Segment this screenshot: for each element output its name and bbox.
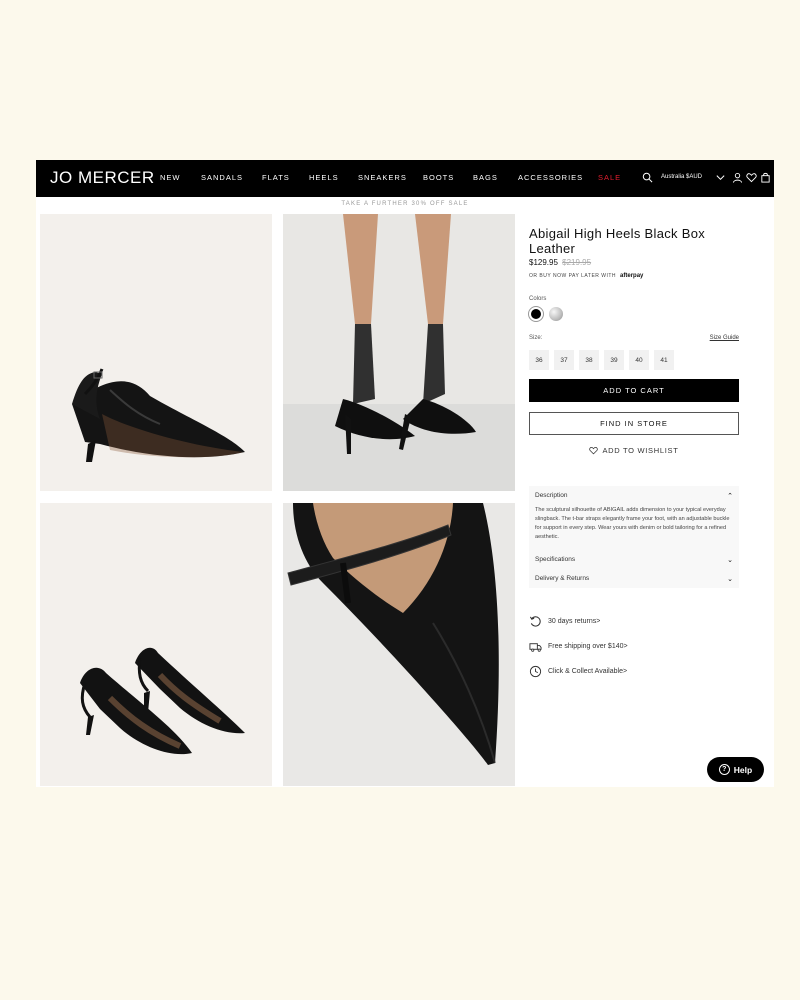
shipping-text: Free shipping over $140>: [548, 643, 628, 650]
afterpay-logo[interactable]: afterpay: [620, 273, 643, 279]
question-icon: ?: [718, 764, 730, 775]
price-row: $129.95 $219.95: [529, 258, 739, 267]
nav-sale[interactable]: SALE: [598, 173, 621, 182]
wishlist-icon[interactable]: [745, 171, 757, 183]
size-guide-link[interactable]: Size Guide: [710, 335, 739, 341]
nav-heels[interactable]: HEELS: [309, 173, 339, 182]
search-icon[interactable]: [641, 171, 653, 183]
size-label: Size:: [529, 335, 543, 341]
nav-sneakers[interactable]: SNEAKERS: [358, 173, 407, 182]
clock-icon: [529, 665, 542, 678]
brand-logo[interactable]: JO MERCER: [50, 168, 155, 188]
product-title: Abigail High Heels Black Box Leather: [529, 226, 706, 256]
swatch-black[interactable]: [528, 306, 544, 322]
size-options: 36 37 38 39 40 41: [529, 350, 739, 370]
heart-icon: [589, 446, 599, 455]
bnpl-text: OR BUY NOW PAY LATER WITH: [529, 273, 617, 279]
returns-link[interactable]: 30 days returns>: [529, 615, 739, 628]
size-header: Size: Size Guide: [529, 335, 739, 341]
promo-banner[interactable]: TAKE A FURTHER 30% OFF SALE: [36, 201, 774, 207]
shipping-link[interactable]: Free shipping over $140>: [529, 640, 739, 653]
nav-boots[interactable]: BOOTS: [423, 173, 454, 182]
help-button[interactable]: ? Help: [707, 757, 764, 782]
service-perks: 30 days returns> Free shipping over $140…: [529, 615, 739, 690]
product-image-pair[interactable]: [40, 503, 272, 786]
click-collect-link[interactable]: Click & Collect Available>: [529, 665, 739, 678]
bnpl-info: OR BUY NOW PAY LATER WITH afterpay: [529, 273, 739, 279]
nav-flats[interactable]: FLATS: [262, 173, 290, 182]
wishlist-label: ADD TO WISHLIST: [602, 446, 679, 455]
chevron-down-icon: ⌄: [727, 575, 733, 583]
description-text: The sculptural silhouette of ABIGAIL add…: [535, 507, 730, 540]
swatch-silver[interactable]: [549, 307, 563, 321]
click-collect-text: Click & Collect Available>: [548, 668, 628, 675]
account-icon[interactable]: [731, 171, 743, 183]
nav-accessories[interactable]: ACCESSORIES: [518, 173, 583, 182]
size-36[interactable]: 36: [529, 350, 549, 370]
color-swatches: [528, 306, 739, 322]
add-to-wishlist-button[interactable]: ADD TO WISHLIST: [529, 446, 739, 455]
add-to-cart-button[interactable]: ADD TO CART: [529, 379, 739, 402]
specifications-title: Specifications: [535, 556, 576, 563]
region-selector[interactable]: Australia $AUD: [661, 174, 702, 180]
product-image-side[interactable]: [40, 214, 272, 491]
size-38[interactable]: 38: [579, 350, 599, 370]
product-image-model[interactable]: [283, 214, 515, 491]
size-41[interactable]: 41: [654, 350, 674, 370]
returns-text: 30 days returns>: [548, 618, 601, 625]
sale-price: $129.95: [529, 258, 558, 267]
product-info: Abigail High Heels Black Box Leather $12…: [528, 226, 739, 455]
original-price: $219.95: [562, 258, 592, 267]
product-page: JO MERCER NEW SANDALS FLATS HEELS SNEAKE…: [36, 160, 774, 787]
find-in-store-button[interactable]: FIND IN STORE: [529, 412, 739, 435]
product-image-closeup[interactable]: [283, 503, 515, 786]
description-toggle[interactable]: Description ⌃: [529, 486, 739, 505]
top-nav: JO MERCER NEW SANDALS FLATS HEELS SNEAKE…: [36, 160, 774, 197]
help-label: Help: [733, 764, 753, 775]
size-37[interactable]: 37: [554, 350, 574, 370]
size-39[interactable]: 39: [604, 350, 624, 370]
returns-icon: [529, 616, 541, 627]
size-40[interactable]: 40: [629, 350, 649, 370]
nav-sandals[interactable]: SANDALS: [201, 173, 243, 182]
delivery-returns-title: Delivery & Returns: [535, 575, 590, 582]
truck-icon: [529, 643, 542, 652]
chevron-down-icon: ⌄: [727, 556, 733, 564]
chevron-up-icon: ⌃: [727, 492, 733, 500]
chevron-down-icon[interactable]: [714, 171, 726, 183]
specifications-toggle[interactable]: Specifications ⌄: [529, 550, 739, 569]
product-accordion: Description ⌃ The sculptural silhouette …: [529, 486, 739, 588]
description-title: Description: [535, 492, 568, 499]
colors-label: Colors: [529, 296, 547, 302]
bag-icon[interactable]: [759, 171, 771, 183]
delivery-returns-toggle[interactable]: Delivery & Returns ⌄: [529, 569, 739, 588]
nav-new[interactable]: NEW: [160, 173, 181, 182]
nav-bags[interactable]: BAGS: [473, 173, 498, 182]
